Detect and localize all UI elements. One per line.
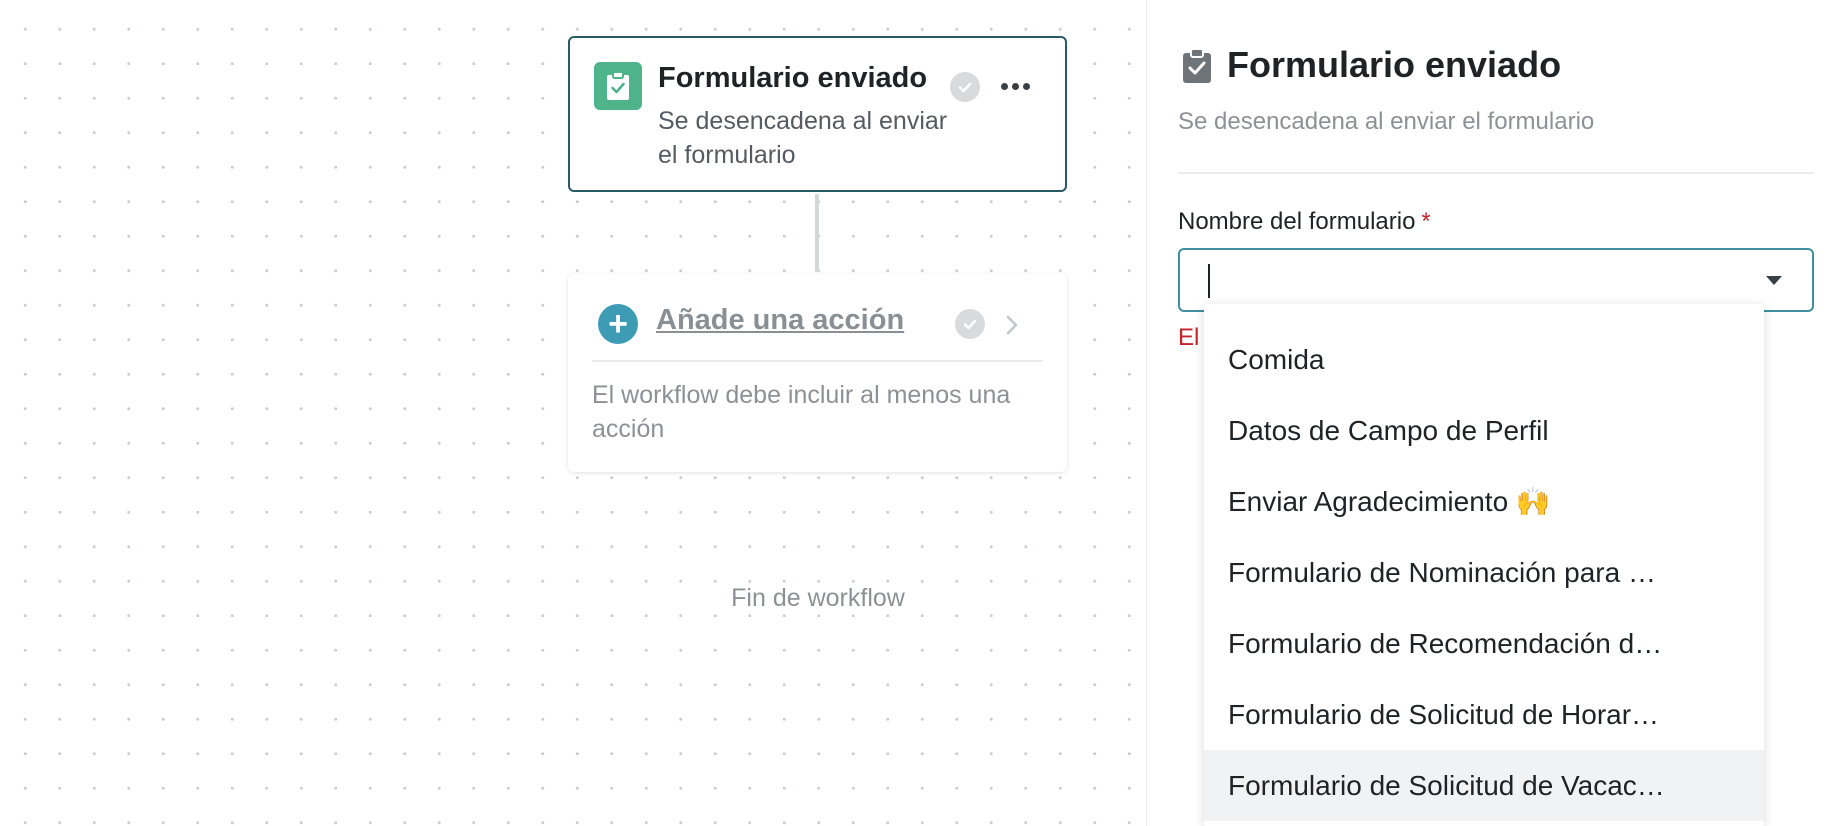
check-circle-icon	[950, 72, 980, 102]
more-options-button[interactable]	[992, 68, 1038, 104]
more-horizontal-icon	[1011, 82, 1019, 90]
dropdown-option[interactable]: Formulario de Recomendación d…	[1204, 608, 1764, 679]
chevron-right-icon[interactable]	[1000, 308, 1024, 342]
chevron-down-icon[interactable]	[1766, 276, 1782, 285]
dropdown-option[interactable]: Formulario de Solicitud de Horar…	[1204, 679, 1764, 750]
text-cursor	[1208, 264, 1210, 298]
form-name-input[interactable]	[1200, 260, 1740, 300]
form-name-label-text: Nombre del formulario	[1178, 208, 1416, 235]
form-name-label: Nombre del formulario *	[1178, 208, 1431, 236]
workflow-connector	[815, 194, 819, 272]
workflow-end-label: Fin de workflow	[731, 584, 905, 612]
clipboard-check-icon	[1181, 48, 1213, 84]
more-horizontal-icon	[1000, 82, 1008, 90]
form-name-error: El	[1178, 324, 1200, 351]
more-horizontal-icon	[1022, 82, 1030, 90]
form-name-select[interactable]	[1178, 248, 1814, 312]
action-divider	[592, 360, 1043, 362]
dropdown-option[interactable]: Formulario de Nominación para …	[1204, 537, 1764, 608]
plus-circle-icon[interactable]: +	[598, 304, 638, 344]
workflow-canvas[interactable]: Formulario enviado Se desencadena al env…	[0, 0, 1146, 826]
dropdown-option[interactable]: Datos de Campo de Perfil	[1204, 395, 1764, 466]
dropdown-option-highlighted[interactable]: Formulario de Solicitud de Vacac…	[1204, 750, 1764, 821]
required-mark: *	[1421, 208, 1431, 235]
dropdown-option[interactable]: Enviar Agradecimiento 🙌	[1204, 466, 1764, 537]
trigger-subtitle: Se desencadena al enviar el formulario	[658, 107, 948, 169]
trigger-card[interactable]: Formulario enviado Se desencadena al env…	[568, 36, 1067, 192]
form-name-dropdown[interactable]: Comida Datos de Campo de Perfil Enviar A…	[1204, 304, 1764, 826]
panel-divider	[1178, 172, 1814, 174]
panel-title: Formulario enviado	[1227, 44, 1562, 85]
add-action-link[interactable]: Añade una acción	[656, 304, 904, 337]
action-requirement-note: El workflow debe incluir al menos una ac…	[592, 381, 1011, 443]
dropdown-option[interactable]: Comida	[1204, 324, 1764, 395]
panel-subtitle: Se desencadena al enviar el formulario	[1178, 108, 1595, 135]
check-circle-icon	[955, 309, 985, 339]
trigger-title: Formulario enviado	[658, 62, 928, 94]
add-action-card[interactable]: + Añade una acción El workflow debe incl…	[568, 274, 1067, 472]
clipboard-check-icon	[594, 62, 642, 110]
